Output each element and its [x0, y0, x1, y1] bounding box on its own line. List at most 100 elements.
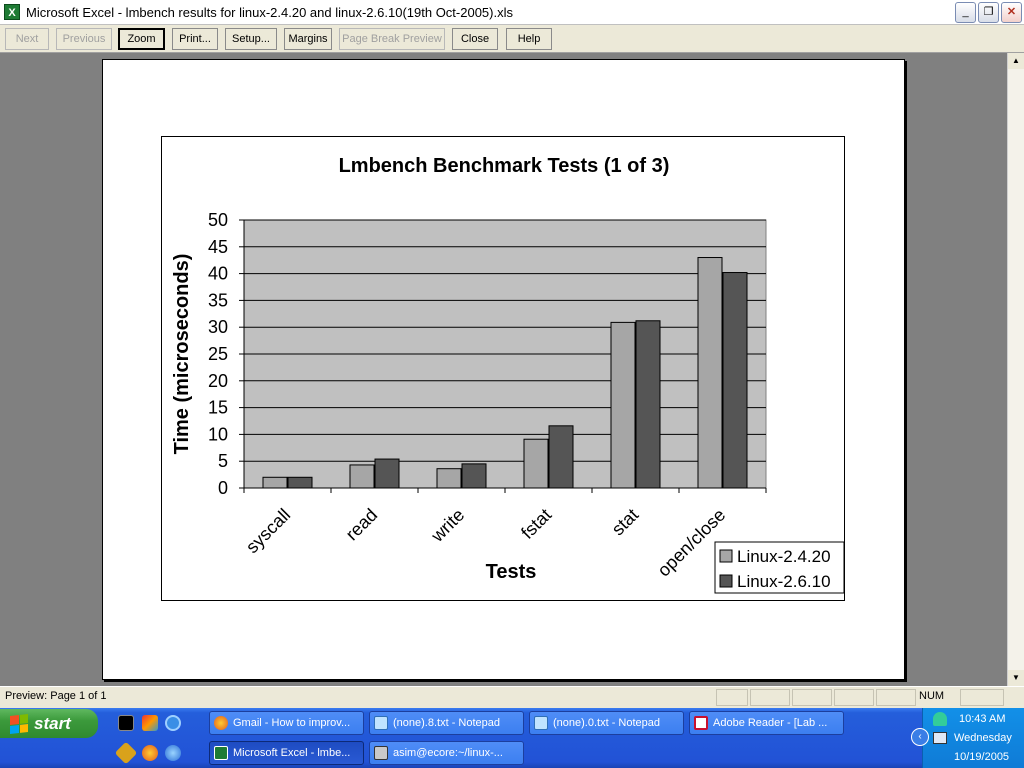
print-button[interactable]: Print...	[172, 28, 218, 50]
y-axis-label: Time (microseconds)	[171, 254, 193, 455]
zoom-button[interactable]: Zoom	[118, 28, 165, 50]
print-preview-toolbar: Next Previous Zoom Print... Setup... Mar…	[0, 25, 1024, 53]
y-tick-label: 5	[218, 451, 228, 471]
preview-page[interactable]: Lmbench Benchmark Tests (1 of 3) 0 5 10 15 20…	[102, 59, 905, 680]
restore-button[interactable]: ❐	[978, 2, 999, 23]
help-button[interactable]: Help	[506, 28, 552, 50]
bar	[548, 425, 574, 489]
y-tick-label: 25	[208, 344, 228, 364]
task-excel[interactable]: Microsoft Excel - lmbe...	[209, 741, 364, 765]
task-label: (none).8.txt - Notepad	[393, 717, 501, 729]
clock-day: Wednesday	[954, 732, 1012, 744]
y-tick-label: 10	[208, 424, 228, 444]
windows-logo-icon	[10, 713, 28, 734]
close-preview-button[interactable]: Close	[452, 28, 498, 50]
window-title: Microsoft Excel - lmbench results for li…	[26, 4, 513, 20]
scroll-up-icon[interactable]: ▲	[1008, 53, 1024, 69]
preview-area: Lmbench Benchmark Tests (1 of 3) 0 5 10 15 20…	[0, 53, 1007, 686]
legend-swatch	[719, 574, 733, 588]
clock-time[interactable]: 10:43 AM	[959, 713, 1005, 725]
notepad-icon	[534, 716, 548, 730]
network-icon[interactable]	[933, 732, 947, 744]
notepad-icon	[374, 716, 388, 730]
bar	[461, 463, 487, 489]
chart-title: Lmbench Benchmark Tests (1 of 3)	[339, 155, 670, 177]
task-label: Microsoft Excel - lmbe...	[233, 747, 351, 759]
status-cell	[834, 689, 874, 706]
legend-swatch	[719, 549, 733, 563]
task-notepad-8[interactable]: (none).8.txt - Notepad	[369, 711, 524, 735]
bar	[635, 320, 661, 489]
x-tick-label: fstat	[517, 505, 555, 543]
minimize-button[interactable]: _	[955, 2, 976, 23]
bar	[287, 476, 313, 489]
y-tick-label: 40	[208, 264, 228, 284]
excel-icon	[214, 746, 228, 760]
cmd-icon[interactable]	[118, 715, 134, 731]
windows-media-icon[interactable]	[165, 745, 181, 761]
chart-area[interactable]: Lmbench Benchmark Tests (1 of 3) 0 5 10 15 20…	[161, 136, 845, 601]
status-cell	[792, 689, 832, 706]
y-tick-label: 0	[218, 478, 228, 498]
close-window-button[interactable]: ✕	[1001, 2, 1022, 23]
vertical-scrollbar[interactable]: ▲ ▼	[1007, 53, 1024, 686]
bar	[262, 476, 288, 489]
bar-chart: Lmbench Benchmark Tests (1 of 3) 0 5 10 15 20…	[171, 155, 845, 594]
excel-icon: X	[4, 4, 20, 20]
clock-date: 10/19/2005	[954, 751, 1010, 763]
x-tick-label: syscall	[242, 505, 294, 557]
x-axis-label: Tests	[486, 561, 537, 583]
firefox-icon[interactable]	[142, 745, 158, 761]
page-break-preview-button[interactable]: Page Break Preview	[339, 28, 445, 50]
bar	[610, 321, 636, 489]
task-label: asim@ecore:~/linux-...	[393, 747, 503, 759]
y-tick-label: 50	[208, 210, 228, 230]
legend-label: Linux-2.4.20	[737, 547, 831, 566]
task-gmail[interactable]: Gmail - How to improv...	[209, 711, 364, 735]
scroll-down-icon[interactable]: ▼	[1008, 670, 1024, 686]
taskbar: start Gmail - How to improv... (none).8.…	[0, 708, 1024, 768]
legend-label: Linux-2.6.10	[737, 572, 831, 591]
status-text: Preview: Page 1 of 1	[5, 690, 107, 702]
system-tray: ‹ 10:43 AM Wednesday 10/19/2005	[911, 708, 1024, 768]
x-tick-label: read	[342, 505, 382, 545]
bar	[349, 464, 375, 489]
bar	[374, 458, 400, 489]
next-button[interactable]: Next	[5, 28, 49, 50]
task-label: (none).0.txt - Notepad	[553, 717, 661, 729]
chevron-left-icon[interactable]: ‹	[911, 728, 929, 746]
status-cell	[750, 689, 790, 706]
num-lock-indicator: NUM	[919, 690, 945, 702]
previous-button[interactable]: Previous	[56, 28, 112, 50]
bar	[523, 438, 549, 489]
adobe-reader-icon	[694, 716, 708, 730]
start-button[interactable]: start	[0, 709, 98, 738]
task-adobe-reader[interactable]: Adobe Reader - [Lab ...	[689, 711, 844, 735]
x-tick-label: write	[427, 505, 469, 547]
bar	[697, 257, 723, 489]
firefox-icon	[214, 716, 228, 730]
status-bar: Preview: Page 1 of 1 NUM	[0, 686, 1024, 708]
bar	[436, 468, 462, 489]
y-tick-label: 30	[208, 317, 228, 337]
status-cell	[960, 689, 1004, 706]
y-tick-label: 45	[208, 237, 228, 257]
start-label: start	[34, 713, 71, 733]
setup-button[interactable]: Setup...	[225, 28, 277, 50]
network-user-icon[interactable]	[933, 712, 947, 726]
y-tick-label: 35	[208, 290, 228, 310]
margins-button[interactable]: Margins	[284, 28, 332, 50]
putty-icon	[374, 746, 388, 760]
winamp-icon[interactable]	[114, 741, 138, 765]
task-label: Gmail - How to improv...	[233, 717, 351, 729]
status-cell	[716, 689, 748, 706]
paint-icon[interactable]	[142, 715, 158, 731]
title-bar: X Microsoft Excel - lmbench results for …	[0, 0, 1024, 25]
y-tick-label: 15	[208, 398, 228, 418]
task-label: Adobe Reader - [Lab ...	[713, 717, 828, 729]
y-tick-label: 20	[208, 371, 228, 391]
task-notepad-0[interactable]: (none).0.txt - Notepad	[529, 711, 684, 735]
ie-icon[interactable]	[165, 715, 181, 731]
x-tick-label: stat	[608, 505, 643, 540]
task-putty[interactable]: asim@ecore:~/linux-...	[369, 741, 524, 765]
